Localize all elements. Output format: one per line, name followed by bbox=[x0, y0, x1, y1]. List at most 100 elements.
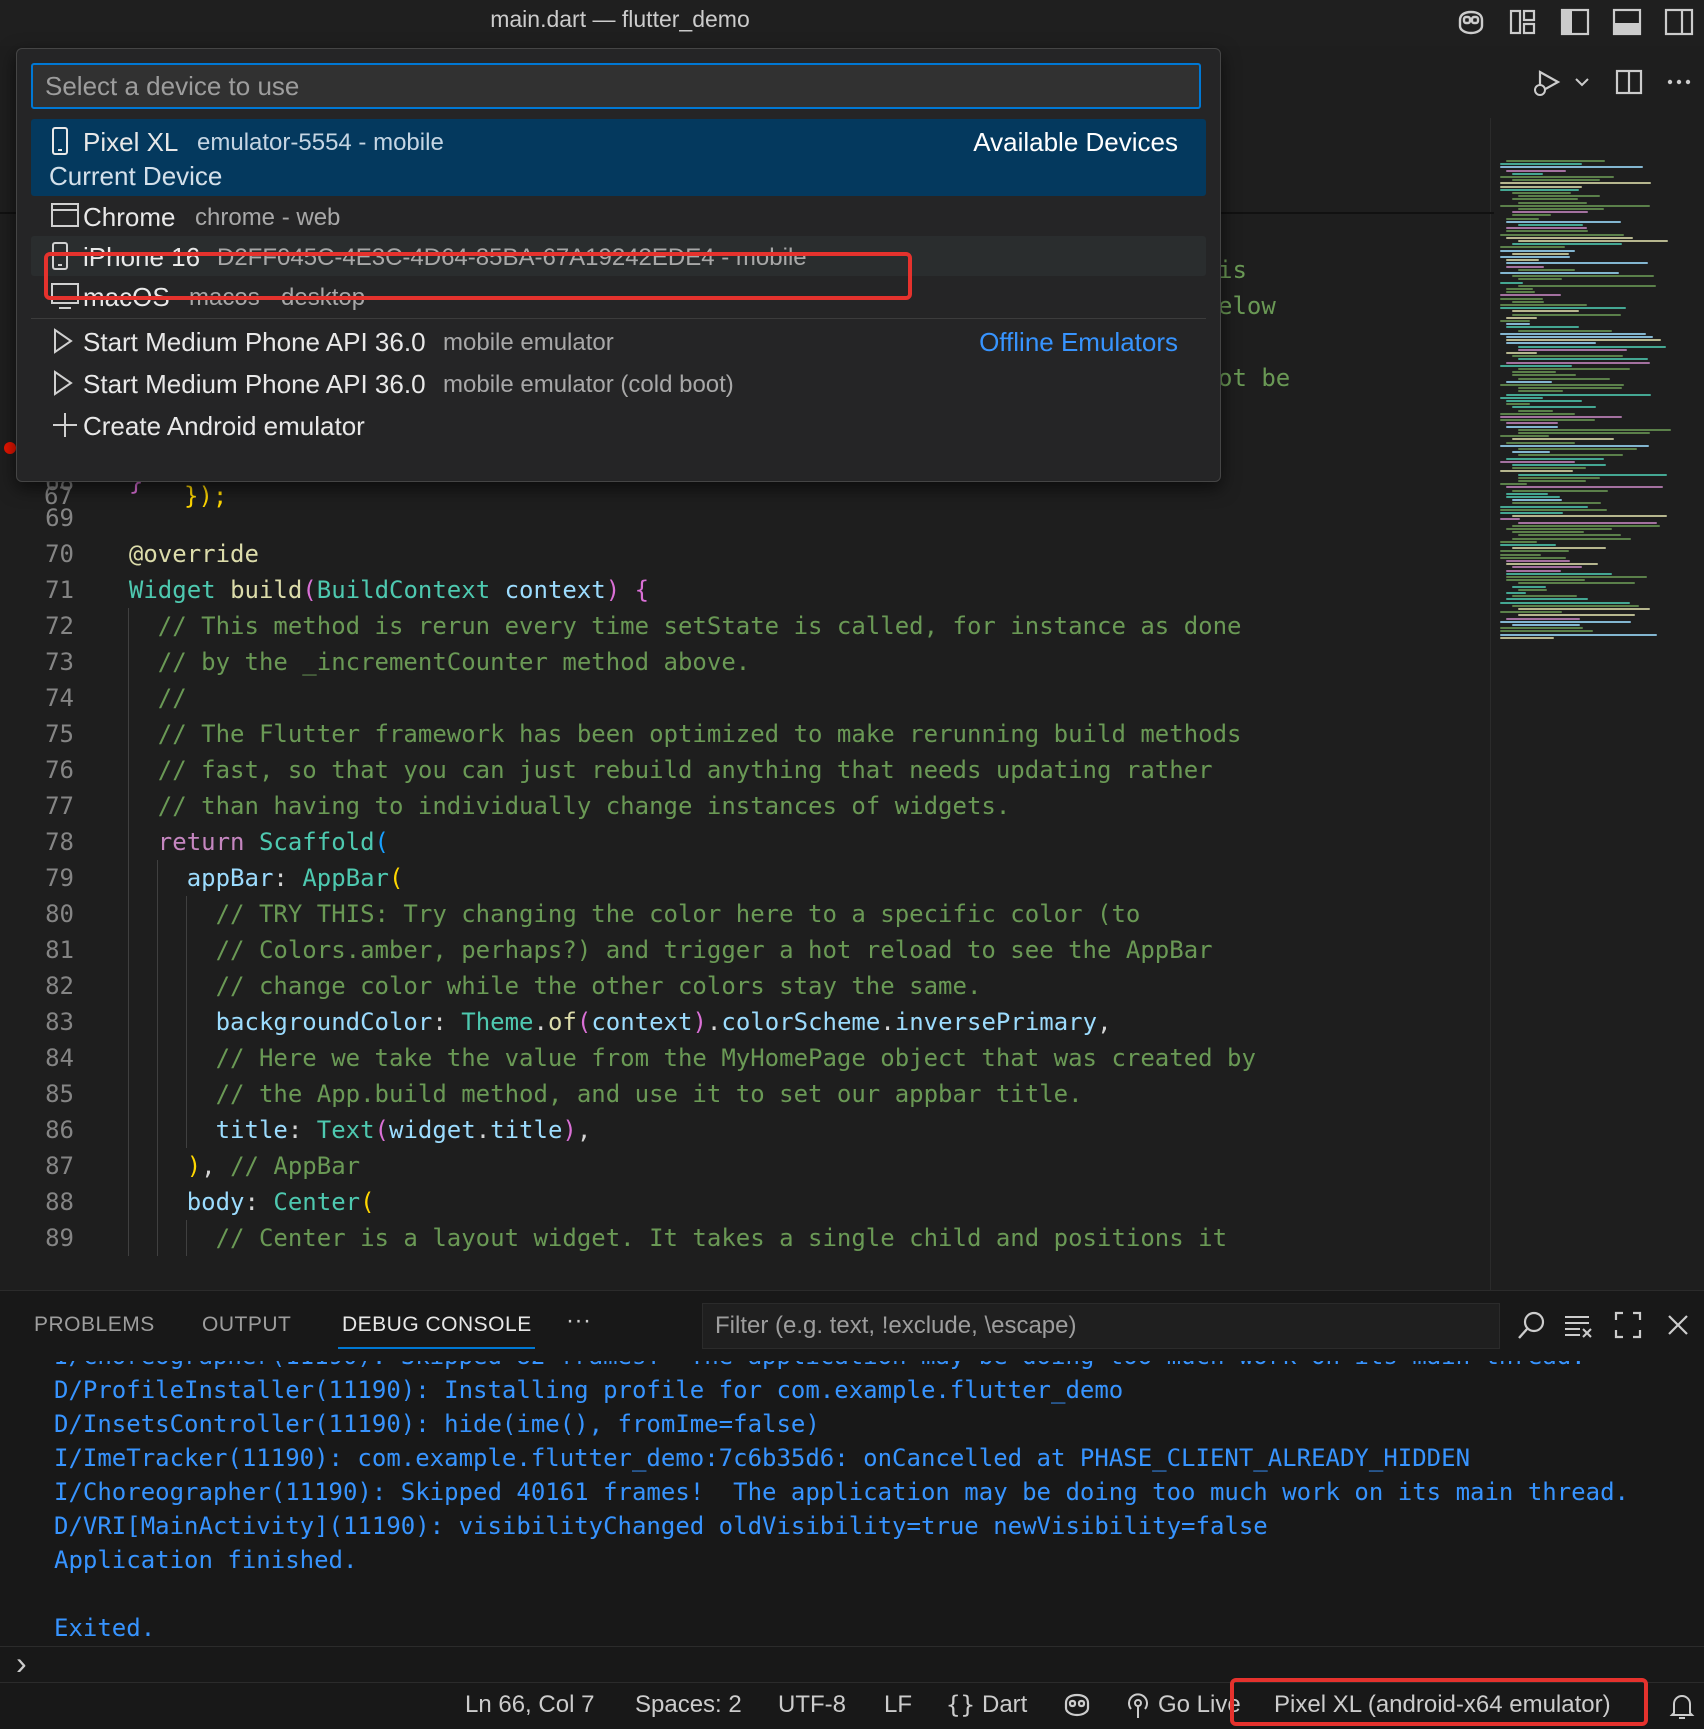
maximize-panel-icon[interactable] bbox=[1612, 1309, 1644, 1346]
cursor-position[interactable]: Ln 66, Col 7 bbox=[465, 1691, 594, 1719]
code-line[interactable]: 87 ), // AppBar bbox=[0, 1148, 1490, 1184]
minimap-line bbox=[1512, 192, 1572, 194]
minimap-line bbox=[1518, 521, 1657, 524]
customize-layout-icon[interactable] bbox=[1506, 6, 1540, 38]
notifications-bell-icon[interactable] bbox=[1668, 1691, 1696, 1726]
close-icon[interactable] bbox=[1662, 1309, 1694, 1346]
minimap-line bbox=[1518, 387, 1622, 390]
more-tabs-icon[interactable]: ··· bbox=[566, 1307, 591, 1335]
minimap-line bbox=[1500, 294, 1562, 297]
run-debug-icon[interactable] bbox=[1530, 66, 1566, 98]
minimap-line bbox=[1500, 556, 1566, 559]
emulator-item-cold-boot[interactable]: Start Medium Phone API 36.0 mobile emula… bbox=[31, 363, 1206, 403]
split-editor-icon[interactable] bbox=[1612, 66, 1646, 98]
minimap-line bbox=[1506, 598, 1589, 601]
language-mode[interactable]: Dart bbox=[982, 1691, 1027, 1719]
minimap-line bbox=[1512, 499, 1563, 502]
emulator-item-start-medium-phone[interactable]: Start Medium Phone API 36.0 mobile emula… bbox=[31, 321, 1206, 361]
toggle-primary-sidebar-icon[interactable] bbox=[1558, 6, 1592, 38]
device-item-pixel-xl[interactable]: Pixel XL emulator-5554 - mobile Current … bbox=[31, 119, 1206, 196]
minimap-line bbox=[1506, 496, 1560, 498]
minimap-line bbox=[1500, 176, 1615, 178]
console-filter-input[interactable] bbox=[702, 1303, 1500, 1349]
code-line[interactable]: 73 // by the _incrementCounter method ab… bbox=[0, 644, 1490, 680]
minimap-line bbox=[1506, 336, 1653, 338]
code-line[interactable]: 77 // than having to individually change… bbox=[0, 788, 1490, 824]
copilot-status-icon[interactable] bbox=[1062, 1691, 1092, 1724]
code-line[interactable]: 75 // The Flutter framework has been opt… bbox=[0, 716, 1490, 752]
code-line[interactable]: 76 // fast, so that you can just rebuild… bbox=[0, 752, 1490, 788]
minimap-line bbox=[1518, 448, 1638, 450]
clear-console-icon[interactable] bbox=[1562, 1309, 1594, 1346]
emulator-label: Start Medium Phone API 36.0 bbox=[83, 369, 426, 399]
go-live-button[interactable]: Go Live bbox=[1158, 1691, 1241, 1719]
code-line[interactable]: 80 // TRY THIS: Try changing the color h… bbox=[0, 896, 1490, 932]
minimap-line bbox=[1518, 614, 1635, 617]
code-text: ), // AppBar bbox=[186, 1152, 361, 1180]
search-icon[interactable] bbox=[1516, 1309, 1548, 1346]
code-line[interactable]: 81 // Colors.amber, perhaps?) and trigge… bbox=[0, 932, 1490, 968]
code-line[interactable]: 70 @override bbox=[0, 536, 1490, 572]
minimap-line bbox=[1506, 393, 1652, 396]
minimap-line bbox=[1518, 195, 1601, 198]
minimap-line bbox=[1500, 188, 1579, 191]
minimap-line bbox=[1512, 537, 1631, 540]
console-output[interactable]: I/Choreographer(11190): Skipped 82 frame… bbox=[0, 1361, 1704, 1647]
window-title: main.dart — flutter_demo bbox=[490, 6, 750, 32]
toggle-panel-icon[interactable] bbox=[1610, 6, 1644, 38]
code-line[interactable]: 88 body: Center( bbox=[0, 1184, 1490, 1220]
console-line: Application finished. bbox=[54, 1546, 358, 1574]
minimap-line bbox=[1512, 214, 1552, 217]
minimap-line bbox=[1506, 316, 1537, 319]
minimap-line bbox=[1506, 563, 1599, 566]
minimap-line bbox=[1518, 329, 1612, 332]
tab-output[interactable]: OUTPUT bbox=[202, 1313, 291, 1337]
minimap-line bbox=[1500, 182, 1652, 185]
code-line[interactable]: 86 title: Text(widget.title), bbox=[0, 1112, 1490, 1148]
title-bar: main.dart — flutter_demo bbox=[0, 0, 1704, 47]
plus-icon bbox=[51, 411, 79, 444]
line-number: 80 bbox=[45, 900, 74, 928]
tab-problems[interactable]: PROBLEMS bbox=[34, 1313, 155, 1337]
minimap-line bbox=[1512, 604, 1640, 607]
minimap-line bbox=[1506, 326, 1579, 329]
device-search-input[interactable] bbox=[31, 63, 1201, 109]
minimap-line bbox=[1506, 422, 1559, 425]
copilot-icon[interactable] bbox=[1454, 6, 1488, 38]
code-line[interactable]: 79 appBar: AppBar( bbox=[0, 860, 1490, 896]
more-actions-icon[interactable] bbox=[1662, 66, 1696, 98]
fragment: }); bbox=[184, 482, 228, 510]
create-android-emulator-item[interactable]: Create Android emulator bbox=[31, 405, 1206, 445]
minimap[interactable] bbox=[1496, 160, 1696, 650]
code-line[interactable]: 71 Widget build(BuildContext context) { bbox=[0, 572, 1490, 608]
broadcast-icon bbox=[1124, 1692, 1152, 1725]
minimap-line bbox=[1500, 627, 1583, 630]
minimap-line bbox=[1518, 208, 1604, 210]
code-line[interactable]: 89 // Center is a layout widget. It take… bbox=[0, 1220, 1490, 1256]
code-line[interactable]: 74 // bbox=[0, 680, 1490, 716]
chevron-down-icon[interactable] bbox=[1572, 66, 1592, 98]
minimap-line bbox=[1512, 211, 1589, 214]
minimap-line bbox=[1518, 358, 1648, 361]
breakpoint-icon[interactable] bbox=[4, 442, 16, 454]
tab-debug-console[interactable]: DEBUG CONSOLE bbox=[342, 1313, 532, 1337]
console-line: I/Choreographer(11190): Skipped 82 frame… bbox=[54, 1361, 1586, 1373]
minimap-line bbox=[1518, 454, 1624, 457]
indentation-setting[interactable]: Spaces: 2 bbox=[635, 1691, 742, 1719]
eol-setting[interactable]: LF bbox=[884, 1691, 912, 1719]
code-line[interactable]: 72 // This method is rerun every time se… bbox=[0, 608, 1490, 644]
minimap-line bbox=[1506, 342, 1596, 345]
code-line[interactable]: 82 // change color while the other color… bbox=[0, 968, 1490, 1004]
device-item-chrome[interactable]: Chrome chrome - web bbox=[31, 196, 1206, 236]
minimap-line bbox=[1500, 444, 1649, 447]
code-line[interactable]: 78 return Scaffold( bbox=[0, 824, 1490, 860]
toggle-secondary-sidebar-icon[interactable] bbox=[1662, 6, 1696, 38]
minimap-line bbox=[1506, 572, 1613, 575]
code-text: // The Flutter framework has been optimi… bbox=[100, 720, 1242, 748]
minimap-line bbox=[1500, 304, 1587, 306]
code-line[interactable]: 85 // the App.build method, and use it t… bbox=[0, 1076, 1490, 1112]
encoding-setting[interactable]: UTF-8 bbox=[778, 1691, 846, 1719]
code-line[interactable]: 83 backgroundColor: Theme.of(context).co… bbox=[0, 1004, 1490, 1040]
code-line[interactable]: 84 // Here we take the value from the My… bbox=[0, 1040, 1490, 1076]
minimap-divider bbox=[1490, 118, 1491, 1290]
